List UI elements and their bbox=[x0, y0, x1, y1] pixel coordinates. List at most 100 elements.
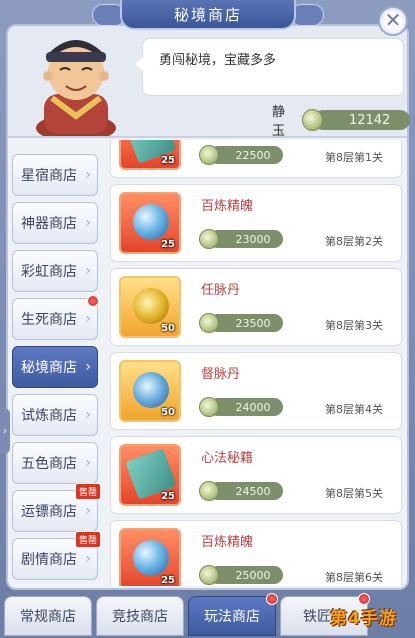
side-tab-label: 秘境商店 bbox=[21, 360, 77, 376]
chevron-right-icon: › bbox=[85, 503, 91, 519]
blue-pill-icon bbox=[133, 372, 169, 408]
chevron-right-icon: › bbox=[85, 263, 91, 279]
side-tab-caihong[interactable]: 彩虹商店 › bbox=[12, 250, 98, 292]
side-tab-wuse[interactable]: 五色商店 › bbox=[12, 442, 98, 484]
side-tab-list: 星宿商店 › 神器商店 › 彩虹商店 › 生死商店 › 秘境商店 › 试炼商店 … bbox=[12, 140, 100, 586]
shop-item[interactable]: 50 任脉丹 23500 第8层第3关 bbox=[110, 268, 402, 346]
item-price: 23000 bbox=[199, 229, 283, 249]
item-name: 任脉丹 bbox=[201, 283, 241, 298]
item-icon-frame: 25 bbox=[119, 528, 181, 586]
jade-coin-icon bbox=[199, 229, 219, 249]
item-name: 百炼精魄 bbox=[201, 535, 254, 550]
sold-out-badge: 售罄 bbox=[74, 483, 100, 500]
item-price-value: 24500 bbox=[209, 482, 283, 500]
npc-speech-text: 勇闯秘境，宝藏多多 bbox=[159, 53, 277, 68]
notification-dot-icon bbox=[266, 593, 278, 605]
currency-value: 12142 bbox=[313, 110, 410, 130]
side-tab-shenqi[interactable]: 神器商店 › bbox=[12, 202, 98, 244]
currency-label: 静玉 bbox=[272, 105, 286, 139]
side-tab-mijing[interactable]: 秘境商店 › bbox=[12, 346, 98, 388]
chevron-right-icon: › bbox=[85, 551, 91, 567]
side-tab-label: 五色商店 bbox=[21, 456, 77, 472]
item-name: 心法秘籍 bbox=[201, 451, 254, 466]
item-price: 25000 bbox=[199, 565, 283, 585]
shop-item[interactable]: 25 心法秘籍 24500 第8层第5关 bbox=[110, 436, 402, 514]
item-list[interactable]: 25 22500 第8层第1关 25 百炼精魄 23000 第8层第2关 50 … bbox=[110, 140, 404, 586]
item-unlock-floor: 第8层第6关 bbox=[325, 571, 383, 584]
chevron-right-icon: › bbox=[85, 407, 91, 423]
item-quantity: 50 bbox=[161, 323, 175, 334]
page-title: 秘境商店 bbox=[120, 0, 296, 30]
blue-orb-icon bbox=[133, 540, 169, 576]
shop-item[interactable]: 50 督脉丹 24000 第8层第4关 bbox=[110, 352, 402, 430]
shop-item[interactable]: 25 百炼精魄 23000 第8层第2关 bbox=[110, 184, 402, 262]
side-tab-yunbiao[interactable]: 运镖商店 › 售罄 bbox=[12, 483, 100, 532]
jade-coin-icon bbox=[199, 397, 219, 417]
item-icon-frame: 50 bbox=[119, 276, 181, 338]
item-icon-frame: 50 bbox=[119, 360, 181, 422]
jade-coin-icon bbox=[199, 481, 219, 501]
item-price: 23500 bbox=[199, 313, 283, 333]
item-price-value: 23000 bbox=[209, 230, 283, 248]
side-tab-label: 运镖商店 bbox=[21, 504, 77, 520]
item-price-value: 23500 bbox=[209, 314, 283, 332]
header-divider bbox=[8, 136, 407, 138]
jade-coin-icon bbox=[199, 565, 219, 585]
notification-dot-icon bbox=[87, 295, 99, 307]
side-tab-label: 试炼商店 bbox=[21, 408, 77, 424]
tab-gameplay-shop[interactable]: 玩法商店 bbox=[188, 593, 278, 636]
tab-arena-shop[interactable]: 竞技商店 bbox=[96, 596, 184, 636]
item-price: 24000 bbox=[199, 397, 283, 417]
chevron-right-icon: › bbox=[85, 455, 91, 471]
item-quantity: 25 bbox=[161, 155, 175, 166]
close-button[interactable]: ✕ bbox=[378, 6, 408, 36]
side-tab-shilian[interactable]: 试炼商店 › bbox=[12, 394, 98, 436]
side-tab-label: 剧情商店 bbox=[21, 552, 77, 568]
shop-item[interactable]: 25 百炼精魄 25000 第8层第6关 bbox=[110, 520, 402, 586]
item-icon-frame: 25 bbox=[119, 192, 181, 254]
tab-label: 玩法商店 bbox=[204, 609, 260, 625]
expand-arrow-icon[interactable]: › bbox=[0, 408, 10, 454]
npc-avatar bbox=[30, 32, 122, 142]
item-unlock-floor: 第8层第1关 bbox=[325, 151, 383, 164]
sold-out-badge: 售罄 bbox=[74, 531, 100, 548]
watermark-logo: 第4手游 bbox=[330, 609, 397, 629]
item-quantity: 25 bbox=[161, 575, 175, 586]
item-icon-frame: 25 bbox=[119, 140, 181, 170]
side-tab-label: 星宿商店 bbox=[21, 168, 77, 184]
item-quantity: 25 bbox=[161, 491, 175, 502]
chevron-right-icon: › bbox=[85, 167, 91, 183]
side-tab-juqing[interactable]: 剧情商店 › 售罄 bbox=[12, 531, 100, 580]
chevron-right-icon: › bbox=[85, 359, 91, 375]
jade-coin-icon bbox=[199, 145, 219, 165]
item-name: 督脉丹 bbox=[201, 367, 241, 382]
tab-label: 竞技商店 bbox=[112, 609, 168, 625]
chevron-right-icon: › bbox=[85, 215, 91, 231]
chevron-right-icon: › bbox=[85, 311, 91, 327]
item-price: 22500 bbox=[199, 145, 283, 165]
jade-coin-icon bbox=[199, 313, 219, 333]
tab-regular-shop[interactable]: 常规商店 bbox=[4, 596, 92, 636]
item-unlock-floor: 第8层第2关 bbox=[325, 235, 383, 248]
side-tab-label: 神器商店 bbox=[21, 216, 77, 232]
gold-pill-icon bbox=[133, 288, 169, 324]
item-unlock-floor: 第8层第3关 bbox=[325, 319, 383, 332]
item-unlock-floor: 第8层第4关 bbox=[325, 403, 383, 416]
item-price: 24500 bbox=[199, 481, 283, 501]
item-price-value: 24000 bbox=[209, 398, 283, 416]
item-price-value: 25000 bbox=[209, 566, 283, 584]
side-tab-shengsi[interactable]: 生死商店 › bbox=[12, 295, 99, 340]
npc-speech-bubble: 勇闯秘境，宝藏多多 bbox=[135, 38, 404, 96]
tab-label: 常规商店 bbox=[20, 609, 76, 625]
item-quantity: 25 bbox=[161, 239, 175, 250]
shop-item[interactable]: 25 22500 第8层第1关 bbox=[110, 140, 402, 178]
side-tab-label: 生死商店 bbox=[21, 312, 77, 328]
item-quantity: 50 bbox=[161, 407, 175, 418]
item-unlock-floor: 第8层第5关 bbox=[325, 487, 383, 500]
item-name: 百炼精魄 bbox=[201, 199, 254, 214]
side-tab-xingxiu[interactable]: 星宿商店 › bbox=[12, 154, 98, 196]
jade-coin-icon bbox=[301, 109, 324, 131]
item-price-value: 22500 bbox=[209, 146, 283, 164]
side-tab-label: 彩虹商店 bbox=[21, 264, 77, 280]
blue-orb-icon bbox=[133, 204, 169, 240]
